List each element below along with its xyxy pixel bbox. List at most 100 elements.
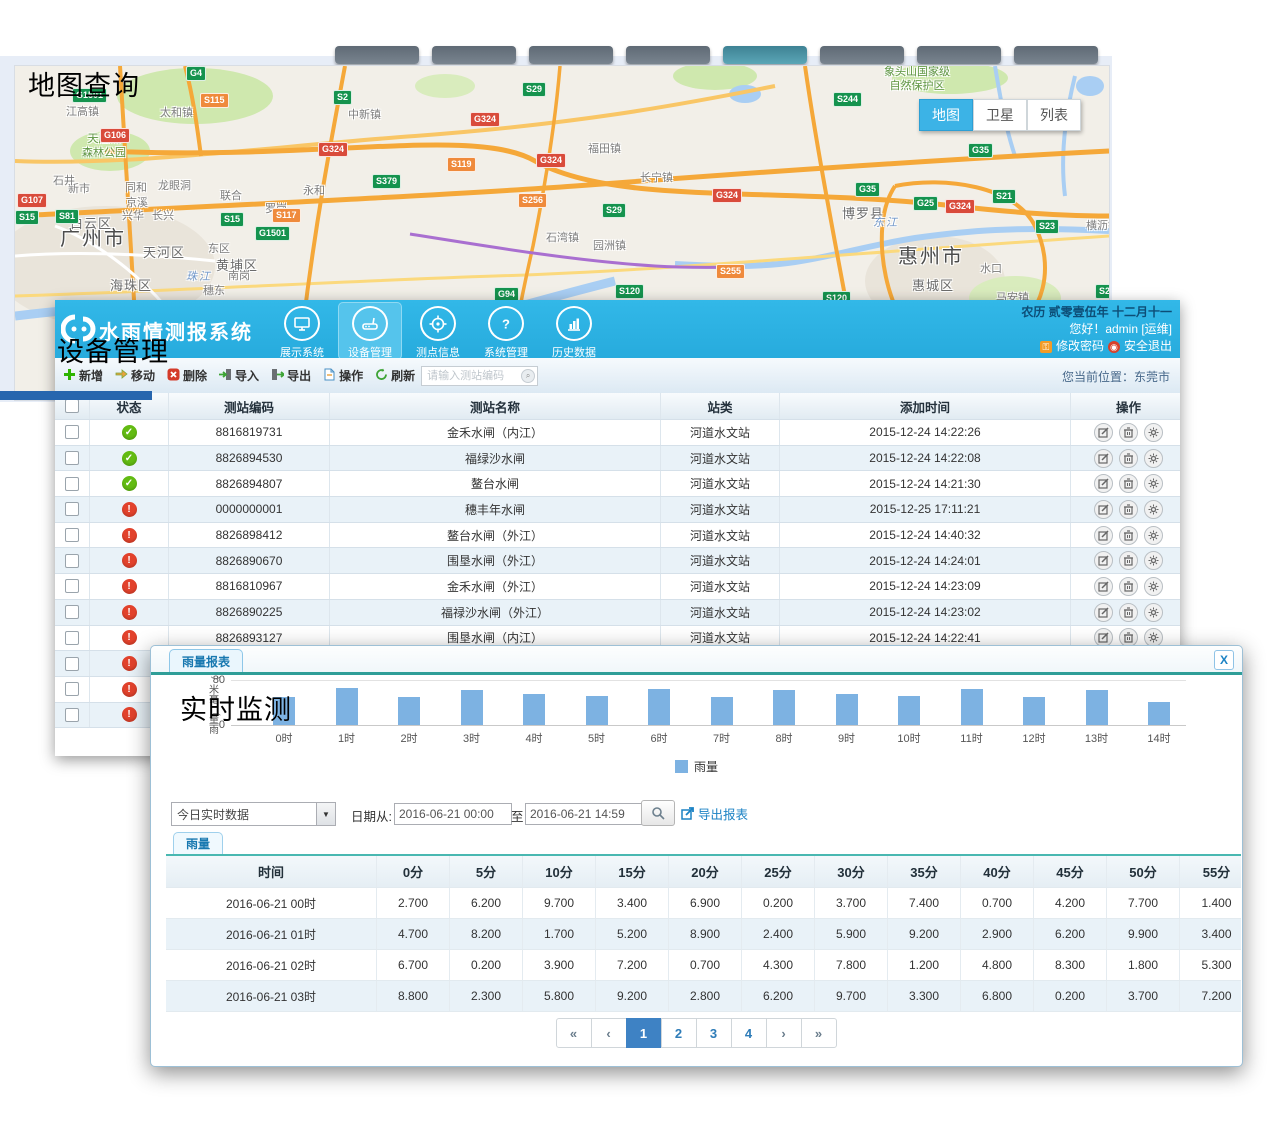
station-time-cell: 2015-12-24 14:21:30 <box>780 471 1071 496</box>
select-all-checkbox[interactable] <box>65 399 79 413</box>
page-button-2[interactable]: 2 <box>661 1018 697 1048</box>
toolbar-button-label: 删除 <box>183 367 207 384</box>
toolbar-button-新增[interactable]: 新增 <box>63 367 103 384</box>
road-badge: S119 <box>447 157 476 172</box>
status-ok-icon: ✓ <box>122 425 137 440</box>
settings-icon[interactable] <box>1144 474 1163 493</box>
settings-icon[interactable] <box>1144 449 1163 468</box>
delete-row-icon[interactable] <box>1119 551 1138 570</box>
date-from-input[interactable] <box>394 803 512 825</box>
nav-item-设备管理[interactable]: 设备管理 <box>338 302 402 360</box>
page-nav-button[interactable]: ‹ <box>591 1018 627 1048</box>
logout-link[interactable]: 安全退出 <box>1124 338 1172 355</box>
toolbar-button-删除[interactable]: 删除 <box>167 367 207 384</box>
nav-item-展示系统[interactable]: 展示系统 <box>270 302 334 360</box>
data-mode-select[interactable]: 今日实时数据 ▼ <box>171 802 336 826</box>
station-table-row[interactable]: ✓8816819731金禾水闸（内江）河道水文站2015-12-24 14:22… <box>55 420 1180 446</box>
tab-rain-report[interactable]: 雨量报表 <box>169 649 243 673</box>
row-checkbox[interactable] <box>65 451 79 465</box>
toolbar-button-导入[interactable]: 导入 <box>219 367 259 384</box>
browser-tab[interactable] <box>626 46 710 64</box>
edit-icon[interactable] <box>1094 474 1113 493</box>
edit-icon[interactable] <box>1094 551 1113 570</box>
row-checkbox[interactable] <box>65 425 79 439</box>
settings-icon[interactable] <box>1144 526 1163 545</box>
delete-row-icon[interactable] <box>1119 423 1138 442</box>
nav-item-历史数据[interactable]: 历史数据 <box>542 302 606 360</box>
toolbar-button-导出[interactable]: 导出 <box>271 367 311 384</box>
delete-row-icon[interactable] <box>1119 603 1138 622</box>
toolbar-button-操作[interactable]: 操作 <box>323 367 363 384</box>
delete-row-icon[interactable] <box>1119 526 1138 545</box>
station-table-row[interactable]: !8826898412鳌台水闸（外江）河道水文站2015-12-24 14:40… <box>55 523 1180 549</box>
map-view-button-列表[interactable]: 列表 <box>1027 99 1081 131</box>
row-checkbox[interactable] <box>65 631 79 645</box>
rain-table-header: 时间0分5分10分15分20分25分30分35分40分45分50分55分 <box>166 856 1241 888</box>
browser-tab[interactable] <box>917 46 1001 64</box>
edit-icon[interactable] <box>1094 423 1113 442</box>
toolbar-button-移动[interactable]: 移动 <box>115 367 155 384</box>
delete-row-icon[interactable] <box>1119 449 1138 468</box>
date-to-input[interactable] <box>525 803 643 825</box>
settings-icon[interactable] <box>1144 423 1163 442</box>
edit-icon[interactable] <box>1094 603 1113 622</box>
station-table-row[interactable]: !8826890225福禄沙水闸（外江）河道水文站2015-12-24 14:2… <box>55 600 1180 626</box>
delete-row-icon[interactable] <box>1119 577 1138 596</box>
map-town-label: 永和 <box>303 182 325 198</box>
close-icon[interactable]: X <box>1214 650 1234 670</box>
page-button-1[interactable]: 1 <box>626 1018 662 1048</box>
nav-item-系统管理[interactable]: ?系统管理 <box>474 302 538 360</box>
map-view-button-地图[interactable]: 地图 <box>919 99 973 131</box>
station-table-row[interactable]: ✓8826894530福绿沙水闸河道水文站2015-12-24 14:22:08 <box>55 446 1180 472</box>
browser-tab[interactable] <box>1014 46 1098 64</box>
station-ops-cell <box>1071 600 1186 625</box>
toolbar-button-label: 导入 <box>235 367 259 384</box>
search-icon[interactable]: ⌕ <box>521 369 535 383</box>
row-checkbox[interactable] <box>65 502 79 516</box>
browser-tab[interactable] <box>529 46 613 64</box>
station-table-row[interactable]: !0000000001穗丰年水闸河道水文站2015-12-25 17:11:21 <box>55 497 1180 523</box>
export-report-link[interactable]: 导出报表 <box>681 804 748 823</box>
page-nav-button[interactable]: « <box>556 1018 592 1048</box>
page-button-3[interactable]: 3 <box>696 1018 732 1048</box>
edit-icon[interactable] <box>1094 449 1113 468</box>
row-checkbox[interactable] <box>65 605 79 619</box>
settings-icon[interactable] <box>1144 603 1163 622</box>
row-checkbox[interactable] <box>65 708 79 722</box>
edit-icon[interactable] <box>1094 500 1113 519</box>
map-view-button-卫星[interactable]: 卫星 <box>973 99 1027 131</box>
row-checkbox[interactable] <box>65 579 79 593</box>
station-table-row[interactable]: ✓8826894807鳌台水闸河道水文站2015-12-24 14:21:30 <box>55 471 1180 497</box>
delete-row-icon[interactable] <box>1119 474 1138 493</box>
delete-row-icon[interactable] <box>1119 500 1138 519</box>
query-button[interactable] <box>641 800 675 826</box>
road-badge: S15 <box>220 212 244 227</box>
change-password-link[interactable]: 修改密码 <box>1056 338 1104 355</box>
edit-icon[interactable] <box>1094 577 1113 596</box>
row-checkbox[interactable] <box>65 528 79 542</box>
row-checkbox-cell <box>55 548 90 573</box>
settings-icon[interactable] <box>1144 577 1163 596</box>
chevron-down-icon[interactable]: ▼ <box>316 803 335 825</box>
page-nav-button[interactable]: » <box>801 1018 837 1048</box>
station-table-row[interactable]: !8826890670围垦水闸（外江）河道水文站2015-12-24 14:24… <box>55 548 1180 574</box>
toolbar-button-刷新[interactable]: 刷新 <box>375 367 415 384</box>
tab-rain[interactable]: 雨量 <box>173 832 223 854</box>
settings-icon[interactable] <box>1144 500 1163 519</box>
row-checkbox[interactable] <box>65 657 79 671</box>
row-checkbox[interactable] <box>65 477 79 491</box>
page-nav-button[interactable]: › <box>766 1018 802 1048</box>
settings-icon[interactable] <box>1144 551 1163 570</box>
browser-tab[interactable] <box>820 46 904 64</box>
browser-tab[interactable] <box>335 46 419 64</box>
page-button-4[interactable]: 4 <box>731 1018 767 1048</box>
browser-tab[interactable] <box>723 46 807 64</box>
row-checkbox-cell <box>55 626 90 651</box>
station-table-row[interactable]: !8816810967金禾水闸（外江）河道水文站2015-12-24 14:23… <box>55 574 1180 600</box>
nav-item-测点信息[interactable]: 测点信息 <box>406 302 470 360</box>
row-checkbox[interactable] <box>65 554 79 568</box>
browser-tab[interactable] <box>432 46 516 64</box>
edit-icon[interactable] <box>1094 526 1113 545</box>
station-type-cell: 河道水文站 <box>661 574 780 599</box>
row-checkbox[interactable] <box>65 682 79 696</box>
